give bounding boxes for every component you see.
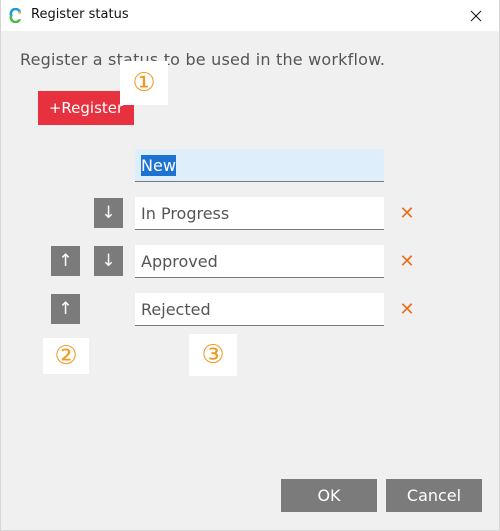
close-icon [470,10,482,21]
status-field-value: New [141,154,176,176]
status-field-approved[interactable]: Approved [135,245,384,278]
delete-status-button[interactable]: ✕ [397,298,417,320]
arrow-down-icon: ↓ [101,203,116,223]
move-up-button[interactable]: ↑ [51,246,80,276]
delete-x-icon: ✕ [399,298,415,320]
delete-status-button[interactable]: ✕ [397,250,417,272]
status-field-value: In Progress [141,203,230,223]
status-field-new[interactable]: New [135,149,384,182]
app-logo-icon [9,8,22,23]
arrow-up-icon: ↑ [58,299,73,319]
status-field-rejected[interactable]: Rejected [135,293,384,326]
callout-marker-1: ① [120,61,168,105]
ok-button[interactable]: OK [281,479,377,512]
delete-x-icon: ✕ [399,250,415,272]
register-status-dialog: Register status Register a status to be … [0,0,500,531]
move-down-button[interactable]: ↓ [94,198,123,228]
window-title: Register status [31,7,129,22]
callout-marker-2: ② [43,338,89,374]
delete-status-button[interactable]: ✕ [397,202,417,224]
arrow-up-icon: ↑ [58,251,73,271]
status-field-value: Approved [141,251,218,271]
instruction-text: Register a status to be used in the work… [20,50,386,69]
callout-marker-3: ③ [189,334,237,376]
cancel-button[interactable]: Cancel [386,479,482,512]
arrow-down-icon: ↓ [101,251,116,271]
close-button[interactable] [453,0,499,31]
title-bar: Register status [1,0,499,31]
move-down-button[interactable]: ↓ [94,246,123,276]
status-field-value: Rejected [141,299,211,319]
move-up-button[interactable]: ↑ [51,294,80,324]
status-field-in-progress[interactable]: In Progress [135,197,384,230]
delete-x-icon: ✕ [399,202,415,224]
